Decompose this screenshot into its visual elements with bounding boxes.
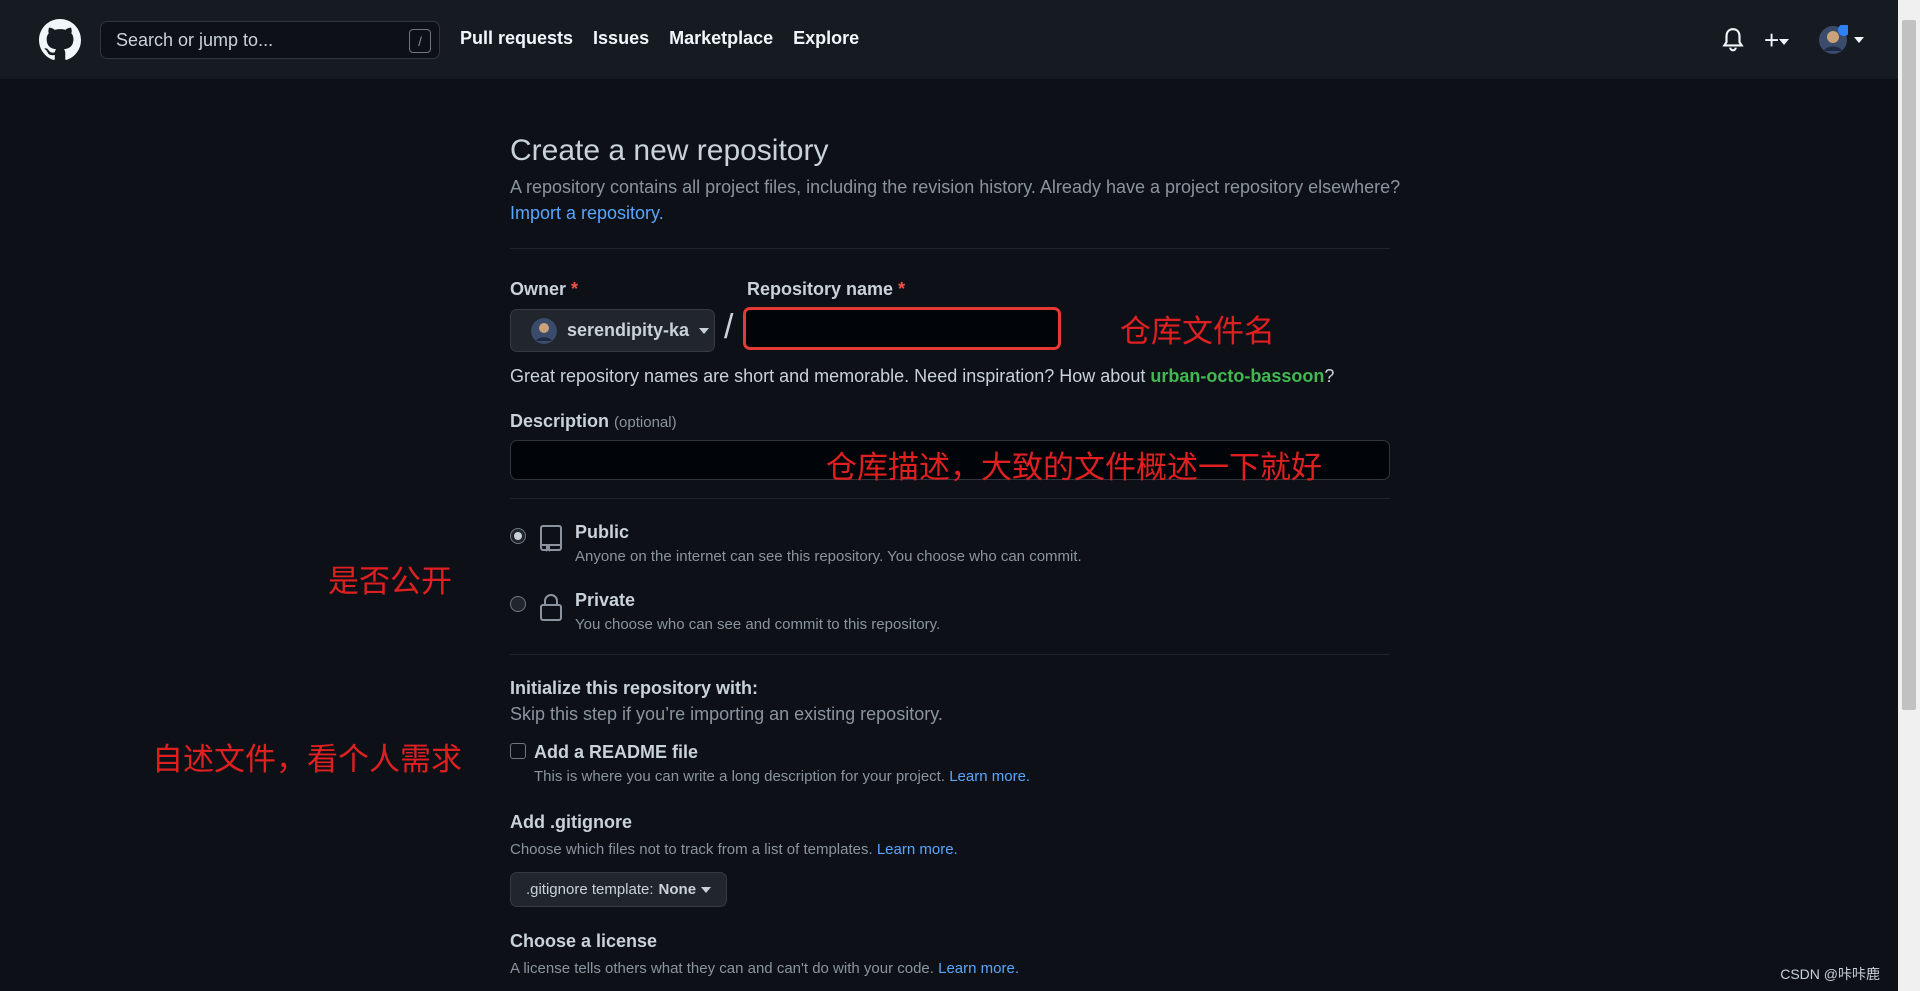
gitignore-template-dropdown[interactable]: .gitignore template: None (510, 872, 727, 907)
plus-icon: + (1764, 25, 1780, 55)
avatar (531, 317, 557, 344)
scrollbar-thumb[interactable] (1902, 20, 1916, 710)
license-description: A license tells others what they can and… (510, 960, 1019, 977)
owner-label: Owner * (510, 279, 579, 299)
page-title: Create a new repository (510, 134, 829, 167)
name-suggestion-link[interactable]: urban-octo-bassoon (1150, 366, 1324, 386)
init-subtitle: Skip this step if you’re importing an ex… (510, 704, 943, 724)
readme-title: Add a README file (534, 742, 699, 762)
search-placeholder: Search or jump to... (116, 29, 274, 50)
init-title: Initialize this repository with: (510, 678, 759, 698)
top-header: Search or jump to... / Pull requests Iss… (0, 0, 1898, 79)
repo-icon (540, 525, 562, 552)
repo-name-label: Repository name * (747, 279, 906, 299)
nav-issues[interactable]: Issues (593, 28, 649, 49)
gitignore-title: Add .gitignore (510, 812, 632, 832)
header-nav: Pull requests Issues Marketplace Explore (460, 28, 859, 49)
annotation-public: 是否公开 (328, 564, 452, 599)
chevron-down-icon (701, 886, 712, 893)
lock-icon (540, 594, 562, 621)
divider (510, 498, 1390, 499)
repo-name-hint: Great repository names are short and mem… (510, 366, 1335, 386)
public-title: Public (575, 522, 630, 542)
gitignore-learn-more-link[interactable]: Learn more. (877, 841, 958, 858)
import-repository-link[interactable]: Import a repository. (510, 203, 664, 224)
gitignore-description: Choose which files not to track from a l… (510, 841, 958, 858)
slash-shortcut-key: / (409, 29, 431, 53)
divider (510, 654, 1390, 655)
page-subtitle: A repository contains all project files,… (510, 177, 1401, 197)
private-description: You choose who can see and commit to thi… (575, 616, 941, 633)
chevron-down-icon (699, 327, 710, 334)
watermark: CSDN @咔咔鹿 (1780, 966, 1880, 982)
chevron-down-icon (1854, 37, 1864, 43)
license-learn-more-link[interactable]: Learn more. (938, 960, 1019, 977)
owner-dropdown[interactable]: serendipity-ka (510, 309, 715, 352)
create-new-menu[interactable]: + (1764, 22, 1804, 58)
readme-learn-more-link[interactable]: Learn more. (949, 768, 1030, 785)
user-menu[interactable] (1818, 22, 1866, 58)
owner-repo-separator: / (724, 308, 734, 346)
readme-description: This is where you can write a long descr… (534, 768, 1031, 785)
avatar (1819, 25, 1848, 54)
private-title: Private (575, 590, 636, 610)
nav-explore[interactable]: Explore (793, 28, 859, 49)
private-radio[interactable] (510, 596, 526, 612)
readme-checkbox[interactable] (510, 743, 526, 759)
annotation-description: 仓库描述，大致的文件概述一下就好 (826, 450, 1322, 485)
chevron-down-icon (1779, 39, 1790, 46)
owner-value: serendipity-ka (567, 320, 690, 340)
github-logo-icon[interactable] (39, 19, 81, 61)
annotation-repo-name: 仓库文件名 (1120, 314, 1275, 349)
description-label: Description (optional) (510, 411, 677, 431)
public-radio[interactable] (510, 528, 526, 544)
divider (510, 248, 1390, 249)
nav-marketplace[interactable]: Marketplace (669, 28, 773, 49)
annotation-readme: 自述文件，看个人需求 (152, 742, 462, 777)
nav-pull-requests[interactable]: Pull requests (460, 28, 573, 49)
repository-name-input[interactable] (743, 307, 1061, 350)
license-title: Choose a license (510, 931, 658, 951)
search-input[interactable]: Search or jump to... / (100, 21, 440, 59)
public-description: Anyone on the internet can see this repo… (575, 548, 1082, 565)
bell-icon[interactable] (1720, 22, 1746, 58)
